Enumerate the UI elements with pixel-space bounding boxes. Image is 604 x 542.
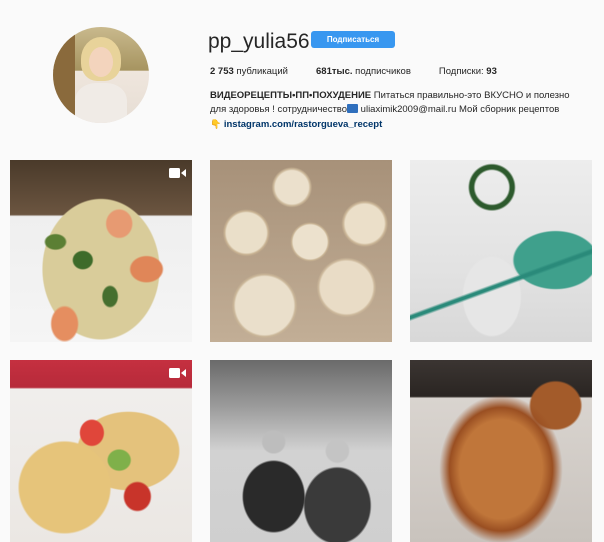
follow-button[interactable]: Подписаться — [311, 31, 395, 48]
bio-name: ВИДЕОРЕЦЕПТЫ•ПП•ПОХУДЕНИЕ — [210, 90, 372, 101]
post-tile-5[interactable] — [210, 360, 392, 542]
profile-username: pp_yulia56 — [208, 30, 310, 53]
profile-stats: 2 753 публикаций 681тыс. подписчиков Под… — [210, 66, 497, 77]
following-label: Подписки: — [438, 66, 487, 77]
post-tile-6[interactable] — [410, 360, 592, 542]
bio-email-text: uliaximik2009@mail.ru Мой сборник рецепт… — [358, 104, 560, 115]
posts-label: публикаций — [233, 66, 288, 77]
followers-stat[interactable]: 681тыс. подписчиков — [316, 66, 411, 77]
profile-avatar[interactable] — [53, 27, 149, 123]
posts-count: 2 753 — [210, 66, 234, 77]
avatar-background — [53, 27, 75, 123]
avatar-body — [75, 83, 127, 123]
bio-text-1: Питаться правильно-это ВКУСНО и полезно — [371, 90, 570, 101]
bio-text-2: для здоровья ! сотрудничество — [210, 104, 348, 115]
video-icon — [169, 368, 186, 378]
post-tile-4[interactable] — [10, 360, 192, 542]
video-icon — [169, 168, 186, 178]
post-tile-2[interactable] — [210, 160, 392, 342]
posts-stat: 2 753 публикаций — [210, 66, 288, 77]
following-stat[interactable]: Подписки: 93 — [439, 66, 497, 77]
profile-bio: ВИДЕОРЕЦЕПТЫ•ПП•ПОХУДЕНИЕ Питаться прави… — [210, 89, 595, 132]
followers-count: 681тыс. — [316, 66, 353, 77]
followers-label: подписчиков — [352, 66, 411, 77]
pointing-down-icon: 👇 — [210, 119, 222, 129]
following-count: 93 — [486, 66, 497, 77]
avatar-face — [89, 47, 113, 77]
mail-icon — [347, 104, 359, 113]
post-tile-3[interactable] — [410, 160, 592, 342]
post-tile-1[interactable] — [10, 160, 192, 342]
bio-link[interactable]: instagram.com/rastorgueva_recept — [224, 119, 382, 130]
